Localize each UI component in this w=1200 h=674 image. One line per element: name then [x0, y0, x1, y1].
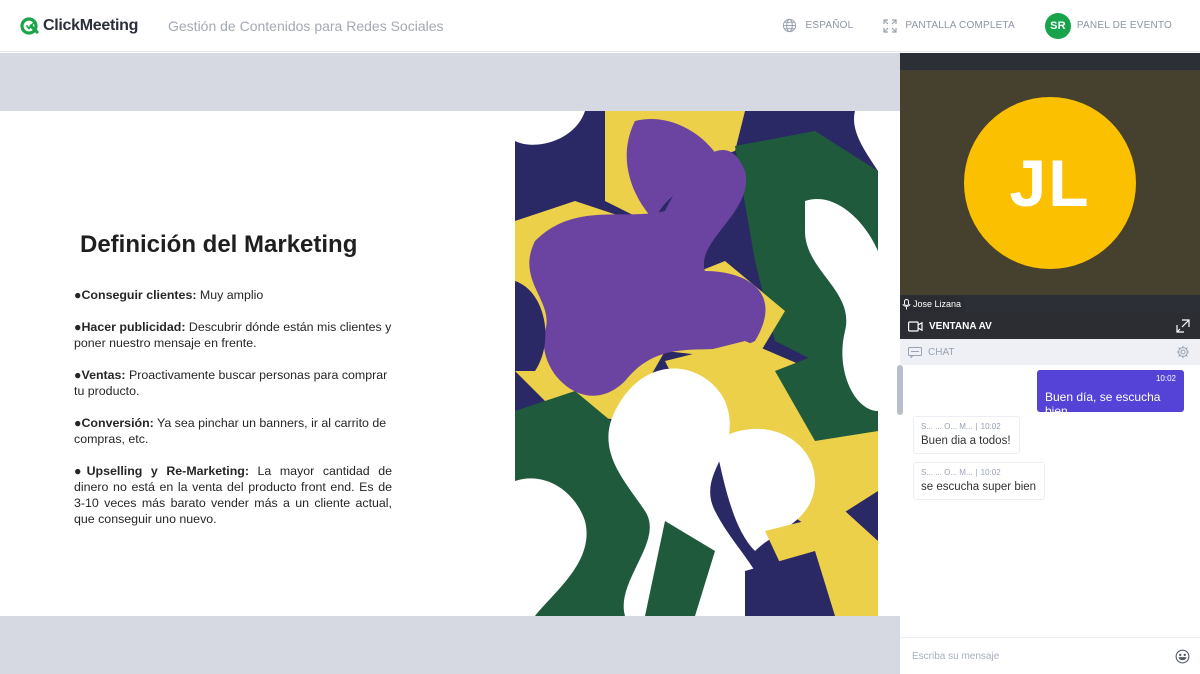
message-sender: S... ... O... M...: [921, 422, 973, 431]
bullet-heading: Ventas:: [81, 368, 126, 382]
right-panel: JL Jose Lizana VENTANA AV CHAT 10:02 Bue…: [897, 53, 1200, 674]
message-meta: S... ... O... M... | 10:02: [921, 422, 1001, 431]
fullscreen-icon: [883, 18, 897, 33]
video-panel: JL Jose Lizana: [900, 53, 1200, 313]
message-text: Buen dia a todos!: [921, 435, 1011, 447]
bullet-heading: Upselling y Re-Marketing:: [86, 464, 249, 478]
fullscreen-button[interactable]: PANTALLA COMPLETA: [883, 18, 1015, 33]
slide-bullet: ●Ventas: Proactivamente buscar personas …: [74, 367, 392, 399]
clickmeeting-logo[interactable]: ClickMeeting: [20, 16, 148, 36]
message-sender: S... ... O... M...: [921, 468, 973, 477]
globe-icon: [782, 18, 797, 33]
video-camera-icon: [908, 320, 923, 332]
slide: Definición del Marketing ●Conseguir clie…: [0, 111, 900, 616]
clickmeeting-logo-icon: [20, 16, 40, 36]
chat-message-mine: 10:02 Buen día, se escucha bien: [1037, 370, 1184, 418]
av-window-label: VENTANA AV: [929, 320, 992, 332]
chat-icon: [908, 346, 922, 358]
message-meta: S... ... O... M... | 10:02: [921, 468, 1001, 477]
top-actions: ESPAÑOL PANTALLA COMPLETA SR PANEL DE EV…: [752, 12, 1172, 39]
user-avatar: SR: [1044, 12, 1071, 39]
fullscreen-label: PANTALLA COMPLETA: [905, 20, 1015, 31]
chat-composer: [900, 637, 1200, 674]
event-panel-label: PANEL DE EVENTO: [1076, 20, 1172, 31]
bullet-heading: Conseguir clientes:: [81, 288, 197, 302]
message-time: 10:02: [980, 468, 1001, 477]
participant-name-tag: Jose Lizana: [900, 296, 966, 312]
slide-bullets: ●Conseguir clientes: Muy amplio ●Hacer p…: [74, 287, 392, 543]
participant-video: JL Jose Lizana: [900, 70, 1200, 312]
bullet-marker: ●: [74, 464, 87, 478]
chat-header: CHAT: [900, 339, 1200, 365]
chat-message: S... ... O... M... | 10:02 se escucha supe…: [913, 462, 1046, 500]
bullet-heading: Hacer publicidad:: [81, 320, 186, 334]
av-window-bar: VENTANA AV: [900, 313, 1200, 339]
participant-avatar: JL: [964, 97, 1136, 269]
chat-scrollbar[interactable]: [897, 365, 903, 415]
gear-icon[interactable]: [1176, 345, 1190, 359]
slide-title: Definición del Marketing: [80, 231, 358, 258]
language-button[interactable]: ESPAÑOL: [782, 18, 853, 33]
language-label: ESPAÑOL: [805, 20, 854, 31]
bullet-heading: Conversión:: [81, 416, 154, 430]
slide-abstract-artwork: [515, 111, 878, 616]
slide-bullet: ●Upselling y Re-Marketing: La mayor cant…: [74, 463, 392, 527]
message-time: 10:02: [980, 422, 1001, 431]
presentation-stage: Definición del Marketing ●Conseguir clie…: [0, 53, 900, 674]
popout-icon[interactable]: [1176, 319, 1190, 333]
microphone-icon: [902, 298, 911, 310]
slide-bullet: ●Conversión: Ya sea pinchar un banners, …: [74, 415, 392, 447]
chat-message-input[interactable]: [912, 650, 1152, 662]
event-panel-button[interactable]: SR PANEL DE EVENTO: [1044, 12, 1172, 39]
event-title: Gestión de Contenidos para Redes Sociale…: [168, 17, 444, 34]
chat-message: S... ... O... M... | 10:02 Buen dia a todo…: [913, 416, 1020, 454]
chat-messages[interactable]: 10:02 Buen día, se escucha bien S... ...…: [897, 365, 1200, 637]
participant-name: Jose Lizana: [913, 299, 962, 309]
message-text: Buen día, se escucha bien: [1045, 390, 1161, 418]
message-time: 10:02: [1155, 374, 1176, 383]
emoji-icon[interactable]: [1175, 649, 1190, 664]
message-text: se escucha super bien: [921, 481, 1037, 493]
logo-text: ClickMeeting: [43, 16, 139, 34]
bullet-text: Muy amplio: [196, 288, 264, 302]
slide-bullet: ●Hacer publicidad: Descubrir dónde están…: [74, 319, 392, 351]
chat-title: CHAT: [928, 346, 955, 358]
slide-bullet: ●Conseguir clientes: Muy amplio: [74, 287, 392, 303]
top-bar: ClickMeeting Gestión de Contenidos para …: [0, 0, 1200, 52]
